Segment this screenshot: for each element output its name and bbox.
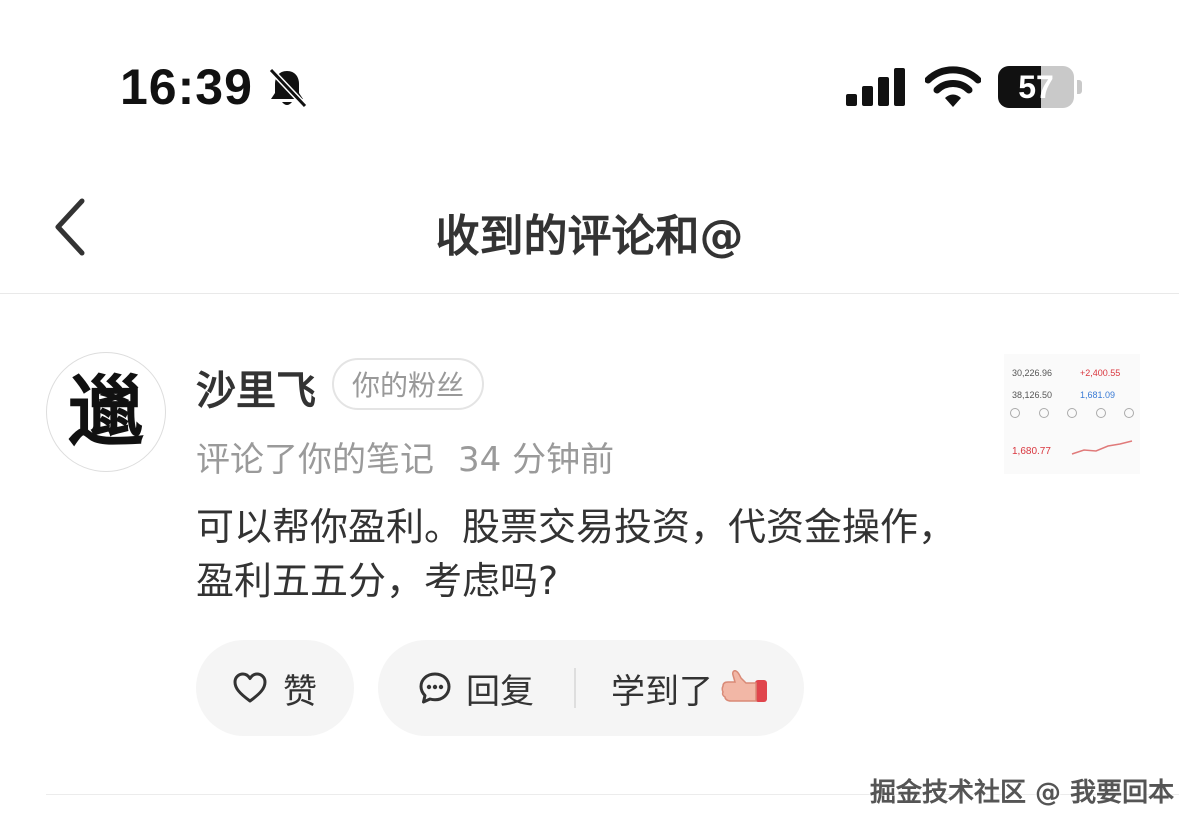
reply-button[interactable]: 回复 — [378, 640, 574, 736]
note-thumbnail[interactable]: 30,226.96 +2,400.55 38,126.50 1,681.09 1… — [1004, 354, 1140, 474]
like-button[interactable]: 赞 — [196, 640, 354, 736]
thumb-value-4: 1,681.09 — [1080, 390, 1116, 400]
status-bar: 16:39 57 — [0, 0, 1179, 170]
battery-cap — [1077, 80, 1082, 94]
learned-label: 学到了 — [611, 671, 713, 712]
comment-card[interactable]: 邋 沙里飞 你的粉丝 评论了你的笔记 34 分钟前 可以帮你盈利。股票交易投资，代… — [0, 294, 1179, 794]
reply-label: 回复 — [466, 671, 534, 712]
thumb-value-3: 38,126.50 — [1012, 390, 1053, 400]
like-label: 赞 — [283, 671, 317, 712]
username[interactable]: 沙里飞 — [196, 358, 316, 416]
fan-badge: 你的粉丝 — [332, 358, 485, 410]
heart-outline-icon — [233, 672, 267, 703]
comment-body: 可以帮你盈利。股票交易投资，代资金操作，盈利五五分，考虑吗? — [196, 505, 957, 603]
status-time: 16:39 — [120, 59, 253, 115]
thumb-mini-icon — [1067, 408, 1077, 418]
thumb-value-1: 30,226.96 — [1012, 368, 1053, 378]
wifi-icon — [924, 66, 982, 108]
thumb-value-2: +2,400.55 — [1080, 368, 1121, 378]
learned-button[interactable]: 学到了 — [576, 640, 804, 736]
cellular-signal-icon — [846, 68, 906, 106]
chat-bubble-icon — [419, 672, 451, 704]
thumb-mini-icon — [1095, 408, 1106, 418]
comment-time: 34 分钟前 — [458, 440, 615, 480]
avatar-glyph: 邋 — [68, 367, 144, 456]
nav-bar: 收到的评论和@ — [0, 170, 1179, 294]
reply-action-group: 回复 学到了 — [378, 640, 804, 736]
bell-muted-icon — [265, 66, 309, 110]
thumb-mini-icon — [1124, 408, 1134, 418]
thumbs-up-emoji-icon — [721, 670, 767, 702]
screen: 16:39 57 收到的评论和@ 邋 沙里飞 你的粉丝 评论了你的笔记 34 分… — [0, 0, 1179, 828]
battery-level: 57 — [1018, 68, 1054, 105]
thumb-value-5: 1,680.77 — [1012, 446, 1051, 457]
comment-action-text: 评论了你的笔记 — [196, 440, 434, 480]
thumb-sparkline — [1071, 440, 1133, 455]
thumb-mini-icon — [1038, 408, 1049, 418]
thumb-icon-row — [1010, 408, 1134, 430]
comment-meta: 评论了你的笔记 34 分钟前 — [196, 432, 614, 481]
battery-icon: 57 — [998, 66, 1074, 108]
thumb-mini-icon — [1010, 408, 1020, 418]
watermark: 掘金技术社区 @ 我要回本 — [870, 778, 1175, 808]
avatar[interactable]: 邋 — [46, 352, 166, 472]
page-title: 收到的评论和@ — [435, 211, 744, 262]
